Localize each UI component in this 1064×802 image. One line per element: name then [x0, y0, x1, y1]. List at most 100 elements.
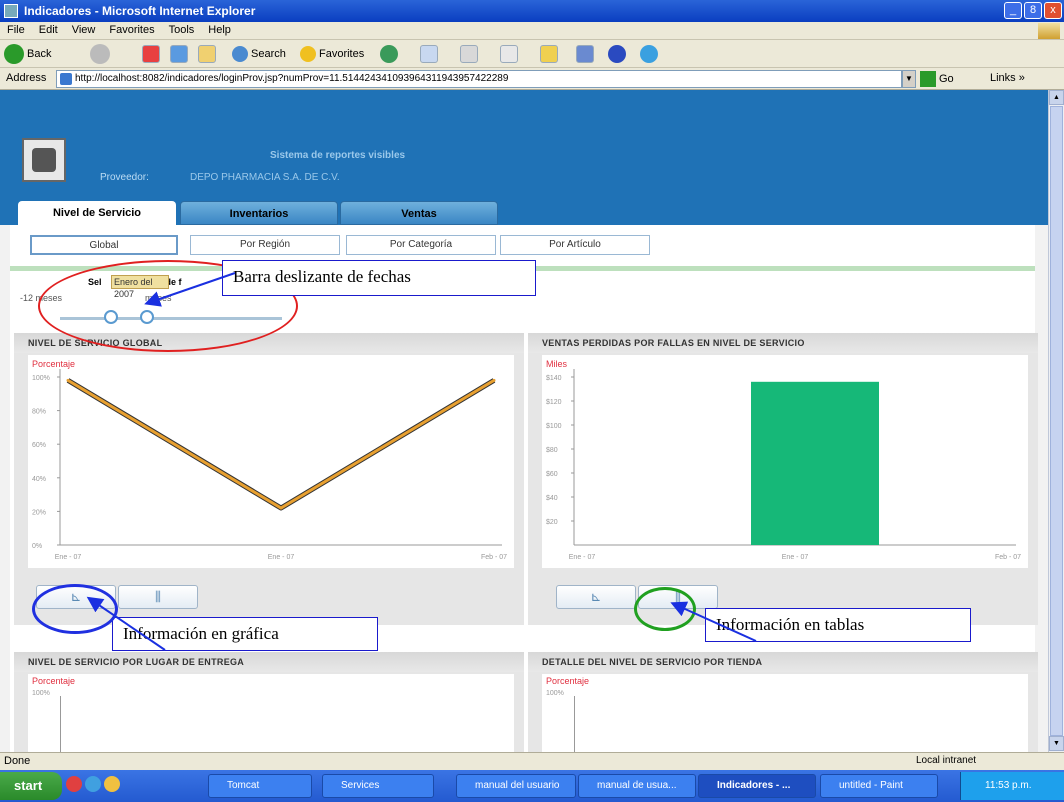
minimize-button[interactable]: _: [1004, 2, 1022, 19]
taskbar-item-services[interactable]: Services: [322, 774, 434, 798]
scroll-up-icon[interactable]: ▲: [1049, 90, 1064, 105]
status-text: Done: [4, 755, 31, 767]
bluetooth-button[interactable]: [608, 43, 629, 65]
x-tick-label: Ene - 07: [268, 554, 295, 561]
bar: [751, 381, 879, 545]
maximize-button[interactable]: 8: [1024, 2, 1042, 19]
subtab-por-region[interactable]: Por Región: [190, 235, 340, 255]
menu-view[interactable]: View: [65, 22, 103, 38]
menu-file[interactable]: File: [0, 22, 32, 38]
search-label: Search: [251, 48, 286, 60]
y-tick-label: $120: [546, 399, 562, 406]
chart-area: Porcentaje 100%: [28, 674, 514, 752]
taskbar-item-tomcat[interactable]: Tomcat: [208, 774, 312, 798]
taskbar-item-indicadores[interactable]: Indicadores - ...: [698, 774, 816, 798]
menu-favorites[interactable]: Favorites: [102, 22, 161, 38]
subtab-global[interactable]: Global: [30, 235, 178, 255]
chart-button-highlight-ring: [32, 584, 118, 634]
tab-inventarios[interactable]: Inventarios: [180, 201, 338, 225]
x-tick-label: Feb - 07: [481, 554, 507, 561]
x-tick-label: Ene - 07: [782, 554, 809, 561]
university-seal-logo: [22, 138, 66, 182]
windows-taskbar: start Tomcat Services manual del usuario…: [0, 770, 1064, 802]
edit-button[interactable]: [500, 43, 518, 65]
provider-name: DEPO PHARMACIA S.A. DE C.V.: [190, 172, 340, 183]
taskbar-item-paint[interactable]: untitled - Paint: [820, 774, 938, 798]
taskbar-item-manual-usuario[interactable]: manual del usuario: [456, 774, 576, 798]
callout-chart: Información en gráfica: [112, 617, 378, 651]
back-button[interactable]: Back: [4, 43, 51, 65]
tools-button[interactable]: [576, 43, 594, 65]
tools-icon: [576, 45, 594, 64]
home-button[interactable]: [198, 43, 216, 65]
address-input[interactable]: http://localhost:8082/indicadores/loginP…: [56, 70, 902, 88]
forward-arrow-icon: [90, 44, 110, 65]
x-tick-label: Feb - 07: [995, 554, 1021, 561]
table-view-button[interactable]: ⫼: [118, 585, 198, 609]
address-bar: Address http://localhost:8082/indicadore…: [0, 68, 1064, 90]
data-point: [66, 378, 70, 382]
print-button[interactable]: [460, 43, 478, 65]
panel-title: DETALLE DEL NIVEL DE SERVICIO POR TIENDA: [528, 652, 1038, 672]
folder-icon[interactable]: [104, 776, 120, 792]
quick-launch-icon[interactable]: [66, 776, 82, 792]
history-button[interactable]: [380, 43, 401, 65]
go-label: Go: [939, 72, 954, 85]
provider-label: Proveedor:: [100, 172, 149, 183]
stop-button[interactable]: [142, 43, 160, 65]
panel-title: NIVEL DE SERVICIO POR LUGAR DE ENTREGA: [14, 652, 524, 672]
folder-button[interactable]: [540, 43, 558, 65]
messenger-button[interactable]: [640, 43, 661, 65]
menu-help[interactable]: Help: [201, 22, 238, 38]
favorites-button[interactable]: Favorites: [300, 43, 364, 65]
x-tick-label: Ene - 07: [569, 554, 596, 561]
page-viewport: Sistema de reportes visibles Proveedor: …: [0, 90, 1048, 752]
y-tick-label: 80%: [32, 409, 46, 416]
mail-button[interactable]: [420, 43, 438, 65]
start-button[interactable]: start: [0, 772, 62, 800]
forward-button[interactable]: [90, 43, 113, 65]
subtab-por-categoria[interactable]: Por Categoría: [346, 235, 496, 255]
scroll-down-icon[interactable]: ▼: [1049, 736, 1064, 751]
series-line-shadow: [66, 378, 496, 511]
data-point: [279, 506, 283, 510]
refresh-button[interactable]: [170, 43, 188, 65]
panel-nivel-servicio-lugar-entrega: NIVEL DE SERVICIO POR LUGAR DE ENTREGA P…: [14, 652, 524, 752]
ie-window-icon: [4, 4, 18, 18]
panel-nivel-servicio-global: NIVEL DE SERVICIO GLOBAL Porcentaje 0% 20%…: [14, 333, 524, 625]
refresh-icon: [170, 45, 188, 64]
go-button[interactable]: Go: [920, 71, 954, 87]
favorites-label: Favorites: [319, 48, 365, 60]
site-header: Sistema de reportes visibles Proveedor: …: [0, 90, 1048, 225]
scrollbar-thumb[interactable]: [1050, 106, 1063, 736]
security-zone: Local intranet: [916, 755, 977, 766]
subtab-por-articulo[interactable]: Por Artículo: [500, 235, 650, 255]
y-tick-label: 40%: [32, 476, 46, 483]
close-button[interactable]: x: [1044, 2, 1062, 19]
address-dropdown-icon[interactable]: ▼: [902, 70, 916, 88]
seal-emblem: [32, 148, 56, 172]
y-axis: [60, 696, 61, 752]
search-button[interactable]: Search: [232, 43, 286, 65]
menu-tools[interactable]: Tools: [162, 22, 202, 38]
tab-ventas[interactable]: Ventas: [340, 201, 498, 225]
address-label: Address: [6, 72, 47, 84]
chart-view-button[interactable]: ⊾: [556, 585, 636, 609]
taskbar-item-manual-usua[interactable]: manual de usua...: [578, 774, 696, 798]
y-axis-label: Porcentaje: [32, 676, 76, 686]
links-button[interactable]: Links »: [990, 72, 1025, 84]
mail-icon: [420, 45, 438, 64]
stop-icon: [142, 45, 160, 64]
panel-detalle-nivel-servicio-tienda: DETALLE DEL NIVEL DE SERVICIO POR TIENDA…: [528, 652, 1038, 752]
tab-nivel-de-servicio[interactable]: Nivel de Servicio: [18, 201, 176, 225]
ie-icon[interactable]: [85, 776, 101, 792]
search-icon: [232, 46, 248, 63]
menu-edit[interactable]: Edit: [32, 22, 65, 38]
page-icon: [60, 73, 72, 85]
data-point: [492, 378, 496, 382]
y-tick-label: $80: [546, 447, 558, 454]
vertical-scrollbar[interactable]: ▲ ▼: [1048, 90, 1064, 752]
panel-ventas-perdidas: VENTAS PERDIDAS POR FALLAS EN NIVEL DE S…: [528, 333, 1038, 625]
site-title: Sistema de reportes visibles: [270, 150, 406, 161]
callout-slider: Barra deslizante de fechas: [222, 260, 536, 296]
